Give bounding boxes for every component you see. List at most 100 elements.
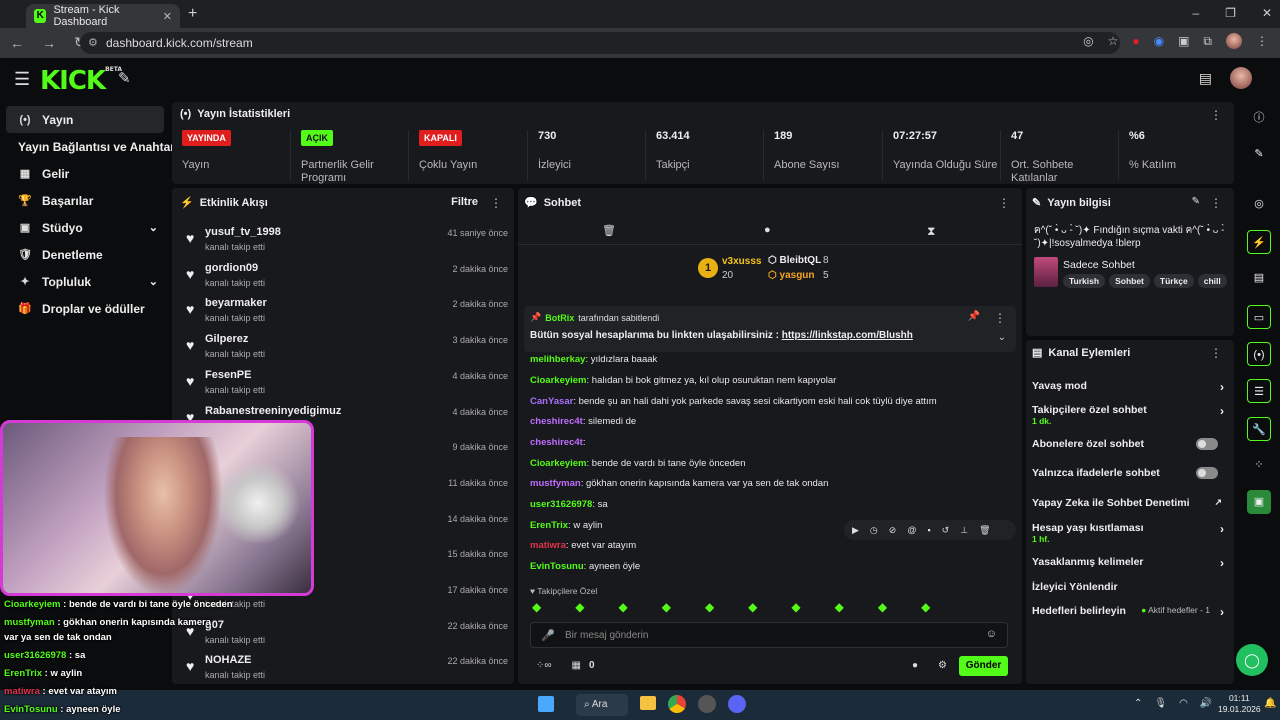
toggle-switch[interactable] [1196, 438, 1218, 450]
channel-action-row[interactable]: Abonelere özel sohbet [1032, 438, 1228, 450]
sidebar-item-gelir[interactable]: ▦ Gelir [6, 160, 164, 187]
app-icon[interactable]: ▣ [1247, 490, 1271, 514]
chat-rules-icon[interactable]: ● [912, 660, 918, 671]
send-button[interactable]: Gönder [959, 656, 1008, 676]
user-avatar[interactable] [1230, 67, 1252, 89]
channel-action-row[interactable]: Yavaş mod › [1032, 380, 1228, 394]
chat-username[interactable]: EvinTosunu [530, 561, 584, 572]
sidebar-item-denetleme[interactable]: 🛡 Denetleme [6, 241, 164, 268]
pencil-icon[interactable]: ✎ [1247, 142, 1271, 166]
store-icon[interactable]: ▦ [572, 660, 581, 671]
channel-action-row[interactable]: Yalnızca ifadelerle sohbet [1032, 467, 1228, 479]
emoji-icon[interactable]: ☺ [986, 628, 997, 640]
chat-username[interactable]: Cioarkeyiem [530, 375, 587, 386]
clock[interactable]: 01:11 19.01.2026 [1218, 693, 1261, 715]
unpin-icon[interactable]: 📌 [968, 311, 980, 322]
ban-icon[interactable]: ⊘ [889, 525, 897, 536]
emote-icon[interactable]: ◆ [575, 600, 584, 614]
mic-icon[interactable]: 🎤 [541, 629, 555, 642]
chat-message[interactable]: melihberkay: yıldızlara baaak [530, 354, 657, 365]
emote-icon[interactable]: ◆ [748, 600, 757, 614]
sidebar-item-studyo[interactable]: ▣ Stüdyo ⌄ [6, 214, 164, 241]
mention-icon[interactable]: @ [907, 525, 916, 535]
browser-menu-icon[interactable]: ⋮ [1256, 34, 1268, 48]
close-window-button[interactable]: ✕ [1262, 6, 1272, 20]
forward-icon[interactable]: → [42, 35, 56, 51]
activity-username[interactable]: NOHAZE [205, 654, 251, 666]
emote-icon[interactable]: ◆ [878, 600, 887, 614]
channel-action-row[interactable]: İzleyici Yönlendir [1032, 581, 1228, 593]
back-icon[interactable]: ← [10, 35, 24, 51]
filter-button[interactable]: Filtre [451, 196, 478, 208]
sidebar-item-basarilar[interactable]: 🏆 Başarılar [6, 187, 164, 214]
timeout-icon[interactable]: ◷ [870, 525, 878, 536]
wrench-icon[interactable]: ✎ [118, 69, 131, 87]
emote-icon[interactable]: ◆ [532, 600, 541, 614]
activity-username[interactable]: yusuf_tv_1998 [205, 226, 281, 238]
emote-icon[interactable]: ◆ [921, 600, 930, 614]
explorer-icon[interactable] [640, 696, 656, 710]
chat-icon[interactable]: ● [764, 224, 771, 236]
minimize-button[interactable]: – [1192, 6, 1199, 20]
sidebar-item-droplar[interactable]: 🎁 Droplar ve ödüller [6, 295, 164, 322]
activity-username[interactable]: Gilperez [205, 333, 248, 345]
record-extension-icon[interactable]: ● [1132, 34, 1139, 48]
eye-off-icon[interactable]: ◎ [1083, 34, 1093, 48]
pinned-link[interactable]: https://linkstap.com/Blushh [782, 330, 913, 341]
taskbar-search[interactable]: ⌕ Ara [576, 694, 628, 716]
more-options-icon[interactable]: ⋮ [490, 196, 502, 210]
target-icon[interactable]: ◎ [1247, 192, 1271, 216]
activity-username[interactable]: Rabanestreeninyedigimuz [205, 405, 341, 417]
points-icon[interactable]: ⁘∞ [536, 660, 552, 671]
play-icon[interactable]: ▶ [852, 525, 859, 536]
tag[interactable]: Türkçe [1153, 274, 1194, 288]
channel-action-row[interactable]: Hesap yaşı kısıtlaması 1 hf. › [1032, 522, 1228, 544]
activity-username[interactable]: FesenPE [205, 369, 251, 381]
emote-icon[interactable]: ◆ [662, 600, 671, 614]
tab-close-icon[interactable]: ✕ [163, 10, 172, 23]
tag[interactable]: chill [1197, 274, 1227, 288]
activity-username[interactable]: gordion09 [205, 262, 258, 274]
chat-message[interactable]: ErenTrix: w aylin [530, 520, 602, 531]
wifi-icon[interactable]: ◠ [1179, 698, 1188, 709]
browser-tab[interactable]: K Stream - Kick Dashboard ✕ [26, 4, 180, 28]
chat-message[interactable]: cheshirec4t: silemedi de [530, 416, 636, 427]
channel-action-row[interactable]: Hedefleri belirleyin ● Aktif hedefler - 1… [1032, 605, 1228, 619]
emote-icon[interactable]: ◆ [791, 600, 800, 614]
sidebar-item-stream-key[interactable]: Yayın Bağlantısı ve Anahtarı [0, 133, 178, 160]
sidebar-item-yayin[interactable]: (•) Yayın [6, 106, 164, 133]
chat-username[interactable]: cheshirec4t [530, 416, 583, 427]
channel-action-row[interactable]: Yapay Zeka ile Sohbet Denetimi ↗ [1032, 497, 1228, 509]
chat-icon[interactable]: ▭ [1247, 305, 1271, 329]
emote-icon[interactable]: ◆ [618, 600, 627, 614]
chat-username[interactable]: ErenTrix [530, 520, 568, 531]
delete-icon[interactable]: 🗑 [979, 525, 990, 536]
hourglass-icon[interactable]: ⧗ [927, 224, 935, 239]
url-input[interactable]: ⚙ dashboard.kick.com/stream [80, 32, 1120, 54]
chevron-down-icon[interactable]: ⌄ [998, 332, 1006, 343]
chrome-icon[interactable] [668, 695, 686, 713]
voice-assistant-icon[interactable]: ◯ [1236, 644, 1268, 676]
broadcast-icon[interactable]: (•) [1247, 342, 1271, 366]
more-options-icon[interactable]: ⋮ [1210, 108, 1222, 122]
chat-username[interactable]: CanYasar [530, 396, 573, 407]
chat-username[interactable]: Cioarkeyiem [530, 458, 587, 469]
emote-icon[interactable]: ◆ [705, 600, 714, 614]
profile-avatar[interactable] [1226, 33, 1242, 49]
chat-message[interactable]: Cioarkeyiem: halıdan bi bok gitmez ya, k… [530, 375, 836, 386]
pin-icon[interactable]: ⊥ [960, 525, 968, 536]
chat-input[interactable]: 🎤 Bir mesaj gönderin ☺ [530, 622, 1008, 648]
edit-icon[interactable]: ✎ [1192, 196, 1200, 207]
pinned-more-icon[interactable]: ⋮ [994, 311, 1006, 325]
chat-message[interactable]: Cioarkeyiem: bende de vardı bi tane öyle… [530, 458, 746, 469]
undo-icon[interactable]: ↺ [942, 525, 950, 536]
bookmark-star-icon[interactable]: ☆ [1108, 34, 1119, 48]
wallet-icon[interactable]: ▤ [1199, 70, 1212, 87]
emote-icon[interactable]: ◆ [835, 600, 844, 614]
channel-action-row[interactable]: Yasaklanmış kelimeler › [1032, 556, 1228, 570]
more-options-icon[interactable]: ⋮ [1210, 346, 1222, 360]
notification-icon[interactable]: 🔔 [1264, 698, 1276, 709]
audio-extension-icon[interactable]: ◉ [1154, 34, 1164, 48]
chevron-up-icon[interactable]: ⌃ [1134, 698, 1142, 709]
wrench-icon[interactable]: 🔧 [1247, 417, 1271, 441]
